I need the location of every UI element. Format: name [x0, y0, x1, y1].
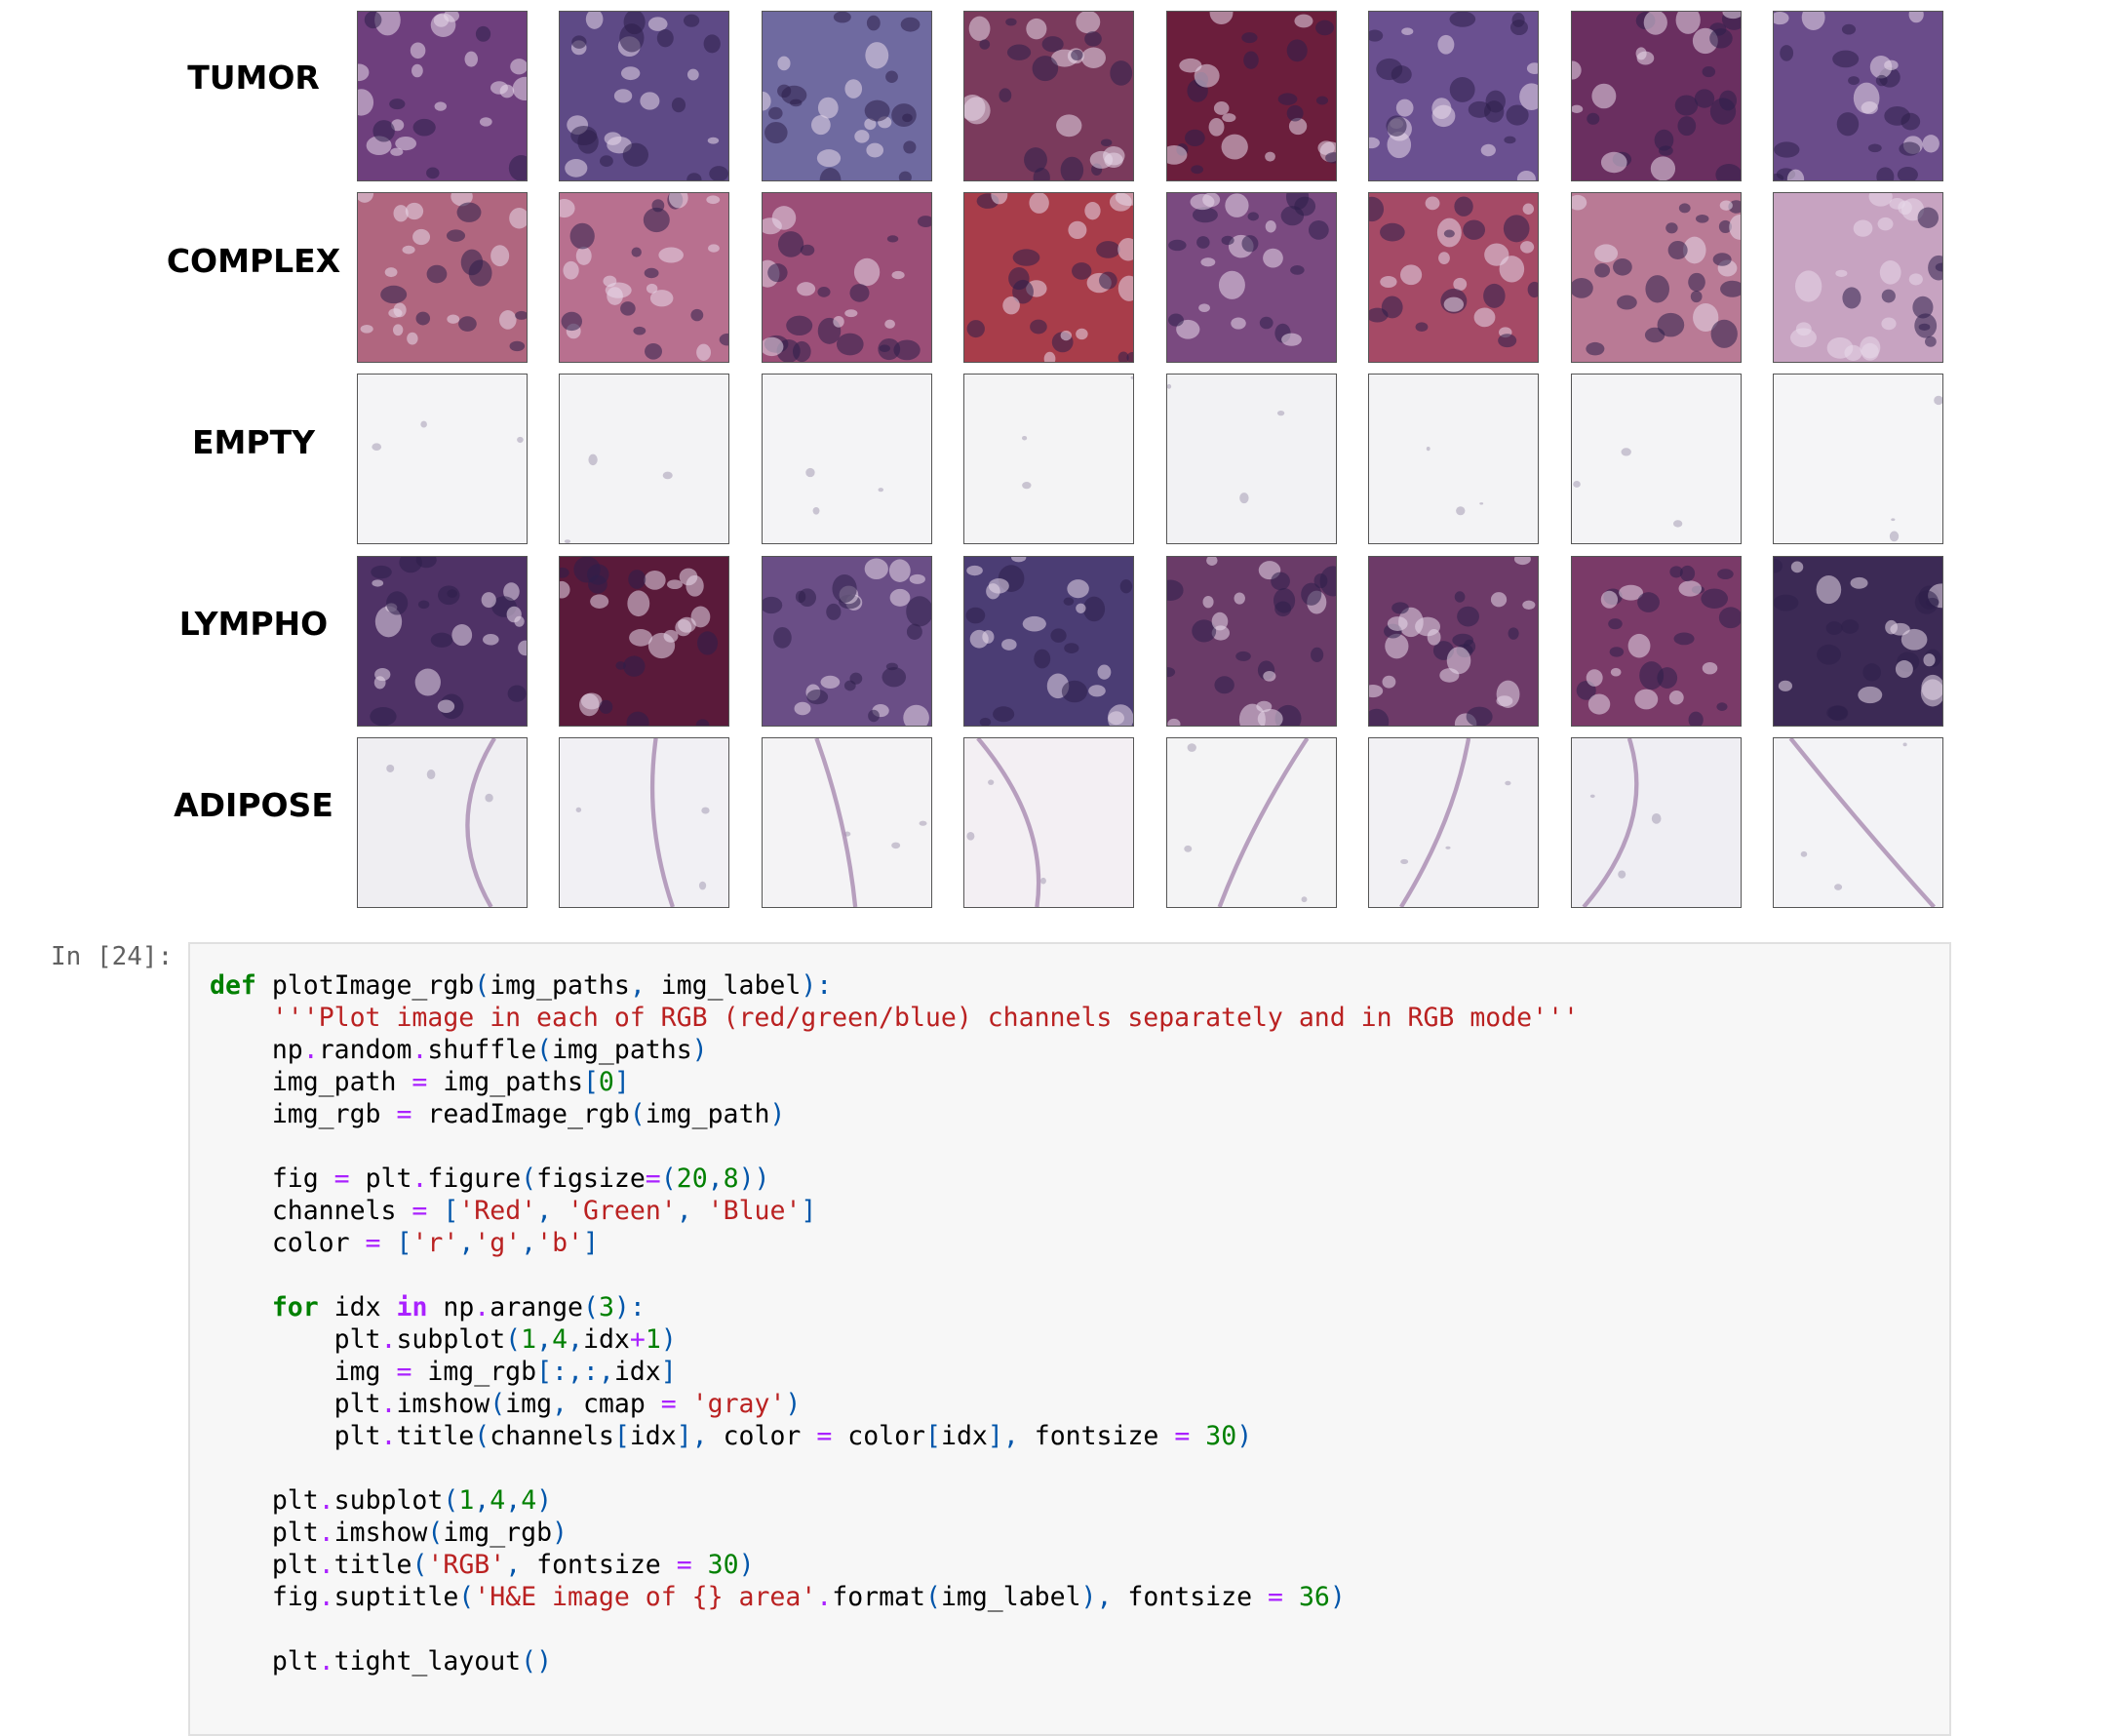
tile-lympho-2 — [559, 556, 729, 727]
code-editor[interactable]: def plotImage_rgb(img_paths, img_label):… — [210, 969, 1579, 1677]
tile-lympho-7 — [1571, 556, 1742, 727]
tile-tumor-2 — [559, 11, 729, 181]
tile-adipose-6 — [1368, 737, 1539, 908]
tile-empty-8 — [1773, 374, 1943, 544]
tile-complex-4 — [963, 192, 1134, 363]
tile-empty-7 — [1571, 374, 1742, 544]
tile-empty-2 — [559, 374, 729, 544]
tile-tumor-4 — [963, 11, 1134, 181]
tile-empty-3 — [762, 374, 932, 544]
row-label-complex: COMPLEX — [166, 242, 341, 280]
tile-complex-1 — [357, 192, 528, 363]
tile-adipose-4 — [963, 737, 1134, 908]
tile-adipose-1 — [357, 737, 528, 908]
tile-tumor-6 — [1368, 11, 1539, 181]
row-label-adipose: ADIPOSE — [174, 786, 333, 824]
tile-complex-5 — [1166, 192, 1337, 363]
tile-lympho-3 — [762, 556, 932, 727]
image-grid-output: TUMOR COMPLEX EMPTY LYMPHO ADIPOSE — [0, 0, 2116, 917]
tile-adipose-2 — [559, 737, 729, 908]
tile-complex-6 — [1368, 192, 1539, 363]
tile-empty-5 — [1166, 374, 1337, 544]
tile-complex-7 — [1571, 192, 1742, 363]
tile-lympho-8 — [1773, 556, 1943, 727]
tile-empty-1 — [357, 374, 528, 544]
tile-empty-4 — [963, 374, 1134, 544]
tile-complex-2 — [559, 192, 729, 363]
tile-tumor-1 — [357, 11, 528, 181]
tile-empty-6 — [1368, 374, 1539, 544]
tile-tumor-8 — [1773, 11, 1943, 181]
tile-lympho-1 — [357, 556, 528, 727]
tile-lympho-6 — [1368, 556, 1539, 727]
row-label-lympho: LYMPHO — [178, 605, 329, 643]
tile-adipose-3 — [762, 737, 932, 908]
tile-complex-8 — [1773, 192, 1943, 363]
tile-complex-3 — [762, 192, 932, 363]
tile-lympho-4 — [963, 556, 1134, 727]
tile-tumor-3 — [762, 11, 932, 181]
tile-tumor-5 — [1166, 11, 1337, 181]
row-label-empty: EMPTY — [192, 423, 315, 461]
tile-tumor-7 — [1571, 11, 1742, 181]
tile-adipose-7 — [1571, 737, 1742, 908]
tile-adipose-8 — [1773, 737, 1943, 908]
code-cell[interactable]: def plotImage_rgb(img_paths, img_label):… — [188, 942, 1951, 1736]
tile-adipose-5 — [1166, 737, 1337, 908]
cell-prompt: In [24]: — [51, 942, 174, 971]
tile-lympho-5 — [1166, 556, 1337, 727]
row-label-tumor: TUMOR — [187, 59, 320, 97]
